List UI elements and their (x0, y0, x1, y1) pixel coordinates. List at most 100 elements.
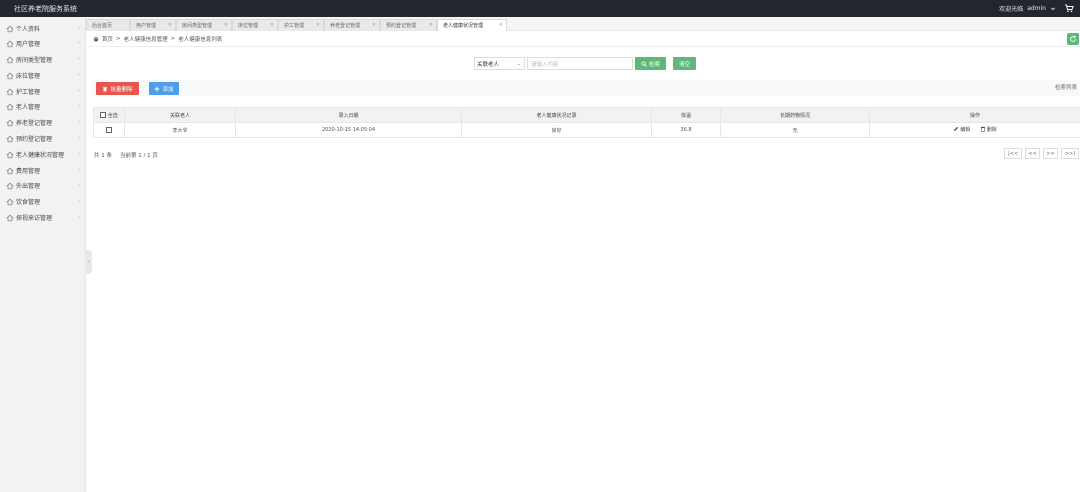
sidebar-item-label: 老人管理 (16, 104, 41, 111)
search-input[interactable]: 请输入内容 (527, 57, 633, 70)
delete-label: 删除 (986, 126, 997, 133)
total-count: 共 1 条 (94, 153, 112, 159)
current-page: 当前第 1 / 1 页 (120, 153, 158, 159)
reset-button[interactable]: 清空 (673, 57, 696, 70)
batch-delete-button[interactable]: 批量删除 (96, 82, 139, 95)
breadcrumb-separator: > (170, 36, 176, 42)
chevron-right-icon: › (78, 25, 80, 31)
sidebar-item-outings[interactable]: 外出管理 › (0, 178, 86, 193)
username[interactable]: admin (1027, 5, 1046, 12)
sidebar-item-label: 费用管理 (16, 168, 41, 175)
sidebar-item-users[interactable]: 用户管理 › (0, 36, 86, 51)
sidebar-item-beds[interactable]: 床位管理 › (0, 68, 86, 83)
tab-beds[interactable]: 床位管理 × (232, 19, 278, 31)
tab-label: 预约登记管理 (386, 23, 417, 29)
last-page-button[interactable]: >>| (1061, 148, 1079, 159)
sidebar-item-elders[interactable]: 老人管理 › (0, 99, 86, 114)
column-header: 长期药物情况 (720, 107, 870, 123)
sidebar-item-elder-health[interactable]: 老人健康状况管理 › (0, 147, 86, 162)
chevron-down-icon (1050, 6, 1056, 10)
select-all-header[interactable]: 全选 (93, 107, 125, 123)
sidebar-item-label: 老人健康状况管理 (16, 152, 65, 159)
tab-appointments[interactable]: 预约登记管理 × (380, 19, 437, 31)
cart-icon[interactable] (1064, 3, 1074, 13)
sidebar-item-label: 饮食管理 (16, 199, 41, 206)
cell-health: 良好 (461, 122, 652, 138)
close-icon[interactable]: × (316, 22, 320, 28)
refresh-button[interactable] (1067, 33, 1079, 45)
sidebar-item-diet[interactable]: 饮食管理 › (0, 194, 86, 209)
tab-elder-health[interactable]: 老人健康状况管理 × (437, 19, 507, 31)
trash-icon (980, 127, 985, 132)
sidebar-item-label: 用户管理 (16, 41, 41, 48)
chevron-right-icon: › (78, 151, 80, 157)
row-checkbox[interactable] (106, 126, 112, 133)
chevron-right-icon: › (78, 72, 80, 78)
home-icon (6, 119, 14, 126)
breadcrumb: 首页 > 老人健康信息管理 > 老人健康信息列表 (93, 35, 222, 43)
chevron-right-icon: › (78, 56, 80, 62)
row-select-cell[interactable] (93, 122, 125, 138)
close-icon[interactable]: × (429, 22, 433, 28)
search-field-select[interactable]: 关联老人 ⌄ (474, 57, 525, 70)
sidebar-item-label: 养老登记管理 (16, 120, 53, 127)
tab-label: 用户管理 (136, 23, 157, 29)
pencil-icon (954, 127, 959, 132)
breadcrumb-page: 老人健康信息列表 (178, 37, 223, 43)
home-icon (6, 25, 14, 32)
close-icon[interactable]: × (372, 22, 376, 28)
delete-link[interactable]: 删除 (980, 126, 997, 133)
sidebar-item-fees[interactable]: 费用管理 › (0, 163, 86, 178)
sidebar-item-visits[interactable]: 探视来访管理 › (0, 210, 86, 225)
search-placeholder: 请输入内容 (531, 61, 559, 68)
column-header: 录入日期 (235, 107, 462, 123)
breadcrumb-home[interactable]: 首页 (102, 35, 113, 43)
tab-caregivers[interactable]: 护工管理 × (278, 19, 324, 31)
sidebar-item-label: 探视来访管理 (16, 215, 53, 222)
chevron-right-icon: › (78, 182, 80, 188)
sidebar-collapse-handle[interactable]: ‹ (86, 250, 92, 274)
search-button[interactable]: 检索 (635, 57, 666, 70)
home-icon (6, 56, 14, 63)
add-button[interactable]: 添加 (149, 82, 179, 95)
top-navbar: 社区养老院服务系统 欢迎光临 admin (0, 0, 1080, 17)
home-icon (6, 135, 14, 142)
sidebar-item-label: 护工管理 (16, 89, 41, 96)
table-row: 李大爷 2020-10-15 14:05:04 良好 36.8 无 编辑 删除 (93, 122, 1080, 138)
close-icon[interactable]: × (168, 22, 172, 28)
column-header: 操作 (869, 107, 1080, 123)
select-all-checkbox[interactable] (100, 112, 107, 118)
sidebar-item-caregivers[interactable]: 护工管理 › (0, 84, 86, 99)
sidebar-item-label: 外出管理 (16, 183, 41, 190)
tab-home[interactable]: 后台首页 (86, 19, 130, 31)
close-icon[interactable]: × (224, 22, 228, 28)
sidebar-item-care-registration[interactable]: 养老登记管理 › (0, 115, 86, 130)
health-records-table: 全选 关联老人 录入日期 老人健康状况记录 体温 长期药物情况 操作 李大爷 2… (93, 107, 1080, 138)
tab-label: 后台首页 (92, 23, 113, 29)
cell-temperature: 36.8 (651, 122, 721, 138)
tab-bar: 后台首页 用户管理 × 房间类型管理 × 床位管理 × 护工管理 × 养老登记管理 × 预… (86, 17, 1080, 31)
sidebar-item-appointments[interactable]: 预约登记管理 › (0, 131, 86, 146)
home-icon (6, 88, 14, 95)
cell-date: 2020-10-15 14:05:04 (235, 122, 462, 138)
column-header: 关联老人 (124, 107, 236, 123)
tab-room-types[interactable]: 房间类型管理 × (176, 19, 232, 31)
sidebar-item-profile[interactable]: 个人资料 › (0, 21, 86, 36)
tab-label: 护工管理 (284, 23, 305, 29)
chevron-right-icon: › (78, 40, 80, 46)
home-icon (6, 182, 14, 189)
close-icon[interactable]: × (499, 22, 503, 28)
search-icon (641, 60, 647, 67)
tab-users[interactable]: 用户管理 × (130, 19, 176, 31)
close-icon[interactable]: × (270, 22, 274, 28)
user-menu[interactable]: 欢迎光临 admin (999, 4, 1056, 13)
chevron-right-icon: › (78, 135, 80, 141)
edit-link[interactable]: 编辑 (953, 126, 970, 133)
next-page-button[interactable]: >> (1043, 148, 1058, 159)
tab-label: 养老登记管理 (330, 23, 361, 29)
prev-page-button[interactable]: << (1025, 148, 1040, 159)
breadcrumb-section[interactable]: 老人健康信息管理 (124, 35, 168, 43)
tab-care-registration[interactable]: 养老登记管理 × (324, 19, 380, 31)
first-page-button[interactable]: |<< (1004, 148, 1022, 159)
sidebar-item-room-types[interactable]: 房间类型管理 › (0, 52, 86, 67)
